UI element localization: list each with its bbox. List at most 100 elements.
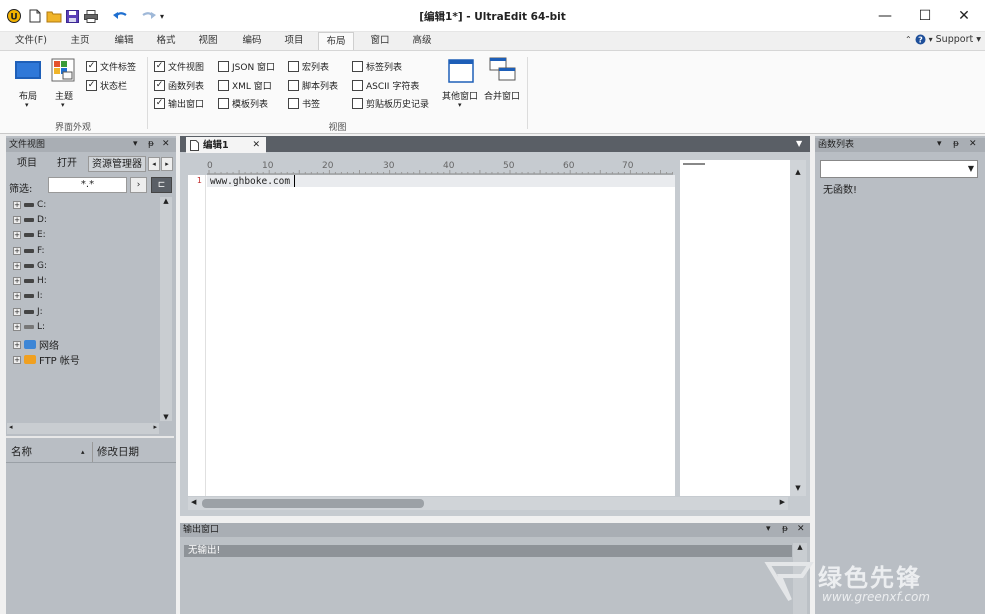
- tree-item-drive[interactable]: + C:: [13, 200, 46, 210]
- xml-window-checkbox[interactable]: XML 窗口: [218, 79, 272, 92]
- tree-item-drive[interactable]: + D:: [13, 215, 47, 225]
- panel-menu-icon[interactable]: ▾: [766, 524, 771, 534]
- tab-view[interactable]: 视图: [190, 32, 226, 50]
- panel-close-icon[interactable]: ✕: [162, 139, 170, 149]
- theme-dropdown-icon[interactable]: ▾: [61, 101, 65, 109]
- function-list-checkbox[interactable]: ✓ 函数列表: [154, 79, 204, 92]
- layout-dropdown-icon[interactable]: ▾: [25, 101, 29, 109]
- tag-list-checkbox[interactable]: 标签列表: [352, 60, 402, 73]
- group-label-appearance: 界面外观: [54, 123, 91, 133]
- tree-horizontal-scrollbar[interactable]: ◂ ▸: [7, 423, 159, 434]
- collapse-ribbon-icon[interactable]: ⌃: [905, 35, 912, 44]
- output-text: 无输出!: [184, 545, 792, 557]
- filter-label: 筛选:: [9, 184, 33, 195]
- line-number: 1: [196, 176, 202, 185]
- apply-filter-icon[interactable]: ›: [130, 177, 147, 193]
- editor-tab-label: 编辑1: [203, 139, 229, 151]
- clipboard-history-checkbox[interactable]: 剪贴板历史记录: [352, 97, 429, 110]
- editor-tab[interactable]: 编辑1 ✕: [186, 137, 266, 153]
- filter-input[interactable]: *.*: [48, 177, 127, 193]
- layout-button[interactable]: [14, 59, 44, 84]
- ruler-mark: 50: [503, 161, 515, 171]
- function-filter-select[interactable]: ▼: [820, 160, 978, 178]
- file-view-checkbox[interactable]: ✓ 文件视图: [154, 60, 204, 73]
- column-header-modified[interactable]: 修改日期: [92, 442, 174, 462]
- expand-icon: +: [13, 355, 21, 364]
- theme-button[interactable]: [50, 57, 80, 86]
- no-functions-text: 无函数!: [823, 185, 858, 196]
- drive-icon: [24, 218, 34, 222]
- checkbox-checked: ✓: [86, 80, 97, 91]
- maximize-button[interactable]: ☐: [905, 0, 945, 32]
- bookmarks-checkbox[interactable]: 书签: [288, 97, 320, 110]
- pin-icon[interactable]: ᵽ: [953, 139, 959, 149]
- column-header-name[interactable]: 名称 ▴: [8, 442, 92, 462]
- tab-edit[interactable]: 编辑: [106, 32, 142, 50]
- tab-close-icon[interactable]: ✕: [252, 138, 260, 153]
- other-windows-button[interactable]: [448, 59, 474, 86]
- tree-item-network[interactable]: + 网络: [13, 337, 59, 352]
- function-list-panel: [815, 136, 985, 614]
- browse-folder-icon[interactable]: ⊏: [151, 177, 172, 193]
- tab-format[interactable]: 格式: [148, 32, 184, 50]
- other-windows-dropdown-icon[interactable]: ▾: [458, 101, 462, 109]
- tree-vertical-scrollbar[interactable]: ▲ ▼: [160, 197, 172, 421]
- editor-horizontal-scrollbar[interactable]: ◀ ▶: [188, 497, 788, 510]
- text-cursor: [294, 175, 295, 187]
- tree-item-drive[interactable]: + H:: [13, 276, 47, 286]
- ruler: 0 10 20 30 40 50 60 70: [207, 161, 673, 175]
- layout-icon: [15, 61, 41, 79]
- tab-list-dropdown-icon[interactable]: ▼: [796, 139, 802, 148]
- json-window-checkbox[interactable]: JSON 窗口: [218, 60, 275, 73]
- scroll-right-icon: ▶: [779, 498, 785, 506]
- minimize-button[interactable]: —: [865, 0, 905, 32]
- pin-icon[interactable]: ᵽ: [782, 524, 788, 534]
- ascii-table-checkbox[interactable]: ASCII 字符表: [352, 79, 419, 92]
- tree-item-drive[interactable]: + F:: [13, 246, 45, 256]
- file-tabs-checkbox[interactable]: ✓ 文件标签: [86, 60, 136, 73]
- list-divider: [6, 462, 176, 463]
- tab-project-files[interactable]: 项目: [8, 156, 46, 172]
- tree-item-ftp[interactable]: + FTP 帐号: [13, 352, 80, 367]
- tree-item-drive[interactable]: + L:: [13, 322, 45, 332]
- merge-windows-button[interactable]: [489, 57, 517, 86]
- template-list-checkbox[interactable]: 模板列表: [218, 97, 268, 110]
- output-window-checkbox[interactable]: ✓ 输出窗口: [154, 97, 204, 110]
- close-button[interactable]: ✕: [944, 0, 984, 32]
- editor-vertical-scrollbar[interactable]: ▲ ▼: [790, 160, 806, 496]
- tab-open-files[interactable]: 打开: [48, 156, 86, 172]
- text-editor[interactable]: [188, 175, 675, 496]
- expand-icon: +: [13, 231, 21, 239]
- tree-item-drive[interactable]: + J:: [13, 307, 43, 317]
- document-map[interactable]: [680, 160, 790, 496]
- expand-icon: +: [13, 216, 21, 224]
- tab-scroll-left-icon[interactable]: ◂: [148, 157, 160, 171]
- drive-icon: [24, 310, 34, 314]
- tree-item-drive[interactable]: + E:: [13, 230, 46, 240]
- panel-menu-icon[interactable]: ▾: [133, 139, 138, 149]
- tab-file[interactable]: 文件(F): [8, 32, 54, 50]
- help-dropdown-icon[interactable]: ▾: [929, 35, 933, 44]
- panel-close-icon[interactable]: ✕: [969, 139, 977, 149]
- status-bar-checkbox[interactable]: ✓ 状态栏: [86, 79, 127, 92]
- support-menu[interactable]: ⌃ ? ▾ Support ▾: [905, 34, 981, 45]
- macro-list-checkbox[interactable]: 宏列表: [288, 60, 329, 73]
- drive-icon: [24, 249, 34, 253]
- splitter[interactable]: [6, 436, 174, 438]
- tab-advanced[interactable]: 高级: [404, 32, 440, 50]
- script-list-checkbox[interactable]: 脚本列表: [288, 79, 338, 92]
- tree-item-drive[interactable]: + G:: [13, 261, 47, 271]
- tree-item-drive[interactable]: + I:: [13, 291, 43, 301]
- tab-project[interactable]: 项目: [276, 32, 312, 50]
- tab-scroll-right-icon[interactable]: ▸: [161, 157, 173, 171]
- panel-close-icon[interactable]: ✕: [797, 524, 805, 534]
- pin-icon[interactable]: ᵽ: [148, 139, 154, 149]
- tab-layout[interactable]: 布局: [318, 32, 354, 51]
- tab-window[interactable]: 窗口: [362, 32, 398, 50]
- panel-menu-icon[interactable]: ▾: [937, 139, 942, 149]
- watermark-url: www.greenxf.com: [822, 590, 930, 604]
- tab-encoding[interactable]: 编码: [234, 32, 270, 50]
- tab-home[interactable]: 主页: [62, 32, 98, 50]
- tab-explorer[interactable]: 资源管理器: [88, 156, 146, 172]
- help-icon[interactable]: ?: [915, 34, 926, 45]
